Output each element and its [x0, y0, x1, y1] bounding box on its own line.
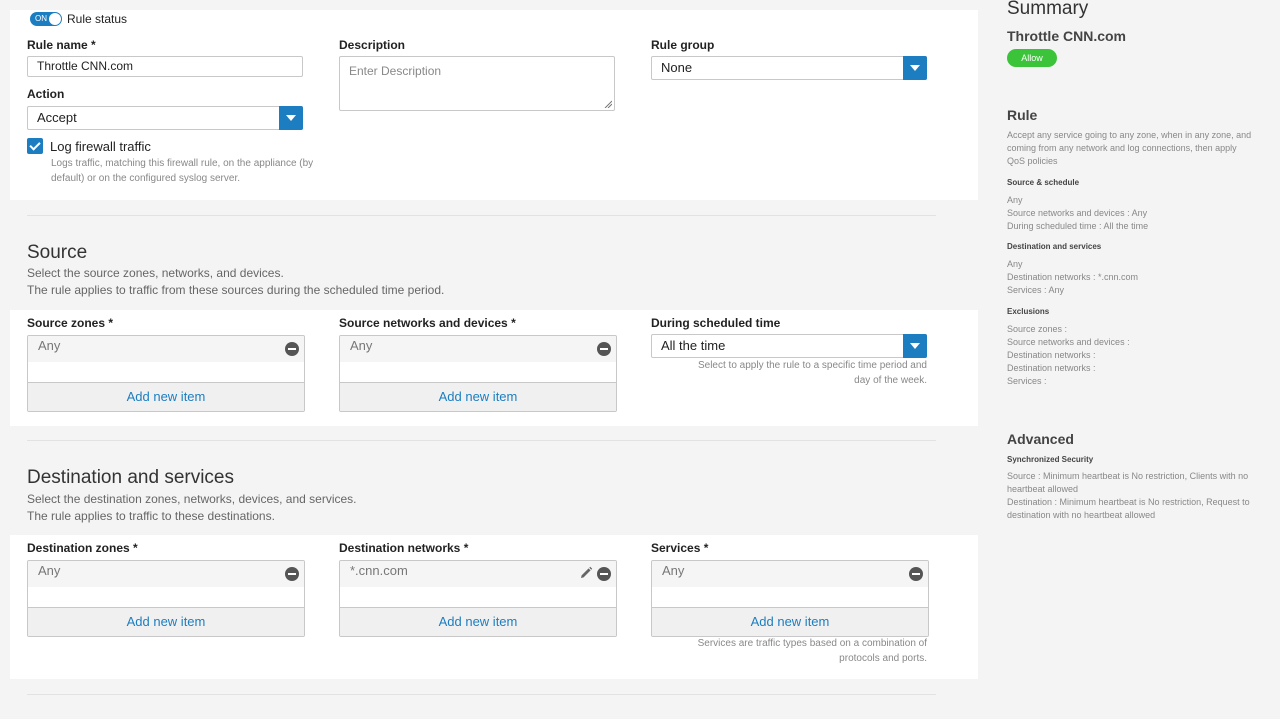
- list-item-text: Any: [662, 563, 685, 578]
- summary-line: Any: [1007, 259, 1023, 269]
- remove-icon[interactable]: [597, 342, 611, 356]
- rule-name-input[interactable]: Throttle CNN.com: [27, 56, 303, 77]
- summary-line: Any: [1007, 195, 1023, 205]
- remove-icon[interactable]: [285, 342, 299, 356]
- services-label: Services *: [651, 541, 709, 555]
- action-value: Accept: [37, 110, 77, 125]
- rule-group-value: None: [661, 60, 693, 75]
- toggle-knob: [49, 13, 61, 25]
- summary-line: Destination networks :: [1007, 363, 1096, 373]
- summary-rule-desc-2: coming from any network and log connecti…: [1007, 143, 1237, 153]
- schedule-label: During scheduled time: [651, 316, 781, 330]
- source-subtitle-1: Select the source zones, networks, and d…: [27, 266, 284, 280]
- summary-line: Destination networks : *.cnn.com: [1007, 272, 1139, 282]
- services-help-2: protocols and ports.: [839, 653, 927, 664]
- remove-icon[interactable]: [909, 567, 923, 581]
- summary-sync-heading: Synchronized Security: [1007, 455, 1094, 464]
- source-zones-label: Source zones *: [27, 316, 114, 330]
- resize-handle-icon[interactable]: [604, 100, 612, 108]
- schedule-help-1: Select to apply the rule to a specific t…: [697, 360, 927, 371]
- log-firewall-help-2: default) or on the configured syslog ser…: [51, 173, 240, 184]
- summary-sync-line-1: Source : Minimum heartbeat is No restric…: [1007, 471, 1249, 481]
- action-label: Action: [27, 87, 65, 101]
- description-textarea[interactable]: Enter Description: [339, 56, 615, 111]
- summary-rule-desc-3: QoS policies: [1007, 156, 1058, 166]
- description-placeholder: Enter Description: [349, 64, 442, 78]
- summary-sync-line-2: heartbeat allowed: [1007, 484, 1079, 494]
- log-firewall-checkbox[interactable]: [27, 138, 43, 154]
- source-zones-list: Any Add new item: [27, 335, 305, 412]
- edit-pencil-icon[interactable]: [579, 566, 593, 580]
- summary-title: Summary: [1007, 0, 1089, 19]
- list-item-text: Any: [38, 338, 61, 353]
- list-item-text: *.cnn.com: [350, 563, 408, 578]
- summary-line: Services :: [1007, 376, 1047, 386]
- summary-line: Source networks and devices : Any: [1007, 208, 1148, 218]
- destination-networks-list: *.cnn.com Add new item: [339, 560, 617, 637]
- summary-line: Source zones :: [1007, 324, 1068, 334]
- chevron-down-icon[interactable]: [279, 106, 303, 130]
- allow-badge: Allow: [1007, 49, 1057, 67]
- list-item-text: Any: [38, 563, 61, 578]
- schedule-value: All the time: [661, 338, 726, 353]
- rule-status-label: Rule status: [67, 12, 128, 26]
- source-networks-label: Source networks and devices *: [339, 316, 516, 330]
- destination-networks-label: Destination networks *: [339, 541, 469, 555]
- summary-exclusions-heading: Exclusions: [1007, 307, 1050, 316]
- summary-line: During scheduled time : All the time: [1007, 221, 1149, 231]
- add-new-item-button[interactable]: Add new item: [340, 607, 616, 636]
- summary-advanced-heading: Advanced: [1007, 431, 1074, 447]
- list-item: Any: [340, 336, 616, 362]
- add-new-item-button[interactable]: Add new item: [28, 607, 304, 636]
- list-item: Any: [28, 336, 304, 362]
- destination-subtitle-1: Select the destination zones, networks, …: [27, 492, 357, 506]
- summary-rule-name: Throttle CNN.com: [1007, 28, 1126, 44]
- description-label: Description: [339, 38, 406, 52]
- divider: [27, 694, 936, 695]
- summary-line: Services : Any: [1007, 285, 1065, 295]
- source-heading: Source: [27, 242, 88, 263]
- divider: [27, 440, 936, 441]
- add-new-item-button[interactable]: Add new item: [340, 382, 616, 411]
- summary-rule-desc-1: Accept any service going to any zone, wh…: [1007, 130, 1252, 140]
- summary-line: Destination networks :: [1007, 350, 1096, 360]
- rule-status-toggle[interactable]: ON: [30, 12, 62, 26]
- add-new-item-button[interactable]: Add new item: [28, 382, 304, 411]
- list-item: *.cnn.com: [340, 561, 616, 587]
- summary-line: Source networks and devices :: [1007, 337, 1130, 347]
- summary-rule-heading: Rule: [1007, 107, 1038, 123]
- summary-dest-services-heading: Destination and services: [1007, 242, 1102, 251]
- remove-icon[interactable]: [597, 567, 611, 581]
- action-select[interactable]: Accept: [27, 106, 303, 130]
- destination-zones-list: Any Add new item: [27, 560, 305, 637]
- list-item: Any: [28, 561, 304, 587]
- remove-icon[interactable]: [285, 567, 299, 581]
- destination-zones-label: Destination zones *: [27, 541, 138, 555]
- source-subtitle-2: The rule applies to traffic from these s…: [27, 283, 445, 297]
- services-help-1: Services are traffic types based on a co…: [697, 638, 927, 649]
- rule-group-label: Rule group: [651, 38, 715, 52]
- rule-name-label: Rule name *: [27, 38, 96, 52]
- summary-sync-line-3: Destination : Minimum heartbeat is No re…: [1007, 497, 1250, 507]
- log-firewall-help-1: Logs traffic, matching this firewall rul…: [51, 158, 314, 169]
- summary-source-schedule-heading: Source & schedule: [1007, 178, 1080, 187]
- divider: [27, 215, 936, 216]
- summary-sync-line-4: destination with no heartbeat allowed: [1007, 510, 1156, 520]
- destination-subtitle-2: The rule applies to traffic to these des…: [27, 509, 275, 523]
- log-firewall-label: Log firewall traffic: [50, 139, 151, 154]
- source-networks-list: Any Add new item: [339, 335, 617, 412]
- list-item-text: Any: [350, 338, 373, 353]
- add-new-item-button[interactable]: Add new item: [652, 607, 928, 636]
- destination-heading: Destination and services: [27, 467, 234, 488]
- list-item: Any: [652, 561, 928, 587]
- services-list: Any Add new item: [651, 560, 929, 637]
- chevron-down-icon[interactable]: [903, 334, 927, 358]
- rule-group-select[interactable]: None: [651, 56, 927, 80]
- schedule-help-2: day of the week.: [854, 375, 927, 386]
- chevron-down-icon[interactable]: [903, 56, 927, 80]
- toggle-on-text: ON: [35, 14, 47, 23]
- schedule-select[interactable]: All the time: [651, 334, 927, 358]
